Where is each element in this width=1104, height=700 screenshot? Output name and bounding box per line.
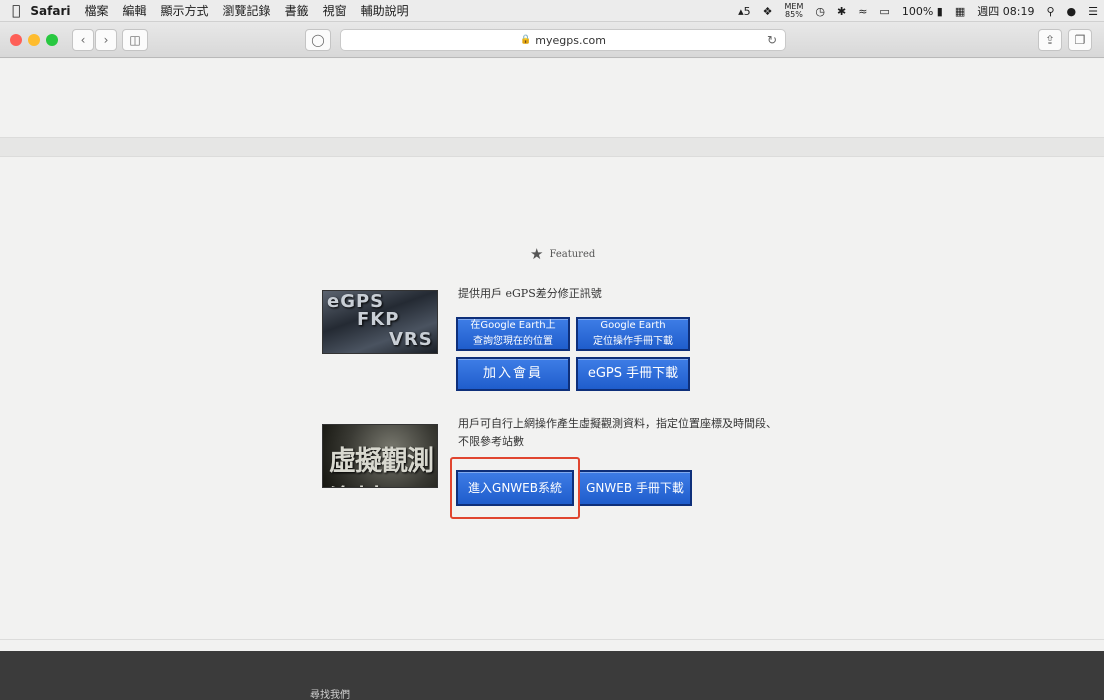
header-band — [0, 137, 1104, 157]
spotlight-icon[interactable]: ⚲ — [1046, 5, 1054, 18]
memory-indicator[interactable]: MEM 85% — [785, 3, 804, 19]
chevron-left-icon: ‹ — [80, 33, 86, 47]
tabs-overview-button[interactable]: ❐ — [1068, 29, 1092, 51]
dropbox-icon[interactable]: ❖ — [763, 5, 773, 18]
thumb-text-virtual-observation: 虛擬觀測資料 — [329, 446, 434, 487]
window-controls — [10, 34, 58, 46]
footer-title: 尋找我們 — [310, 690, 350, 700]
menu-help[interactable]: 輔助說明 — [361, 2, 409, 19]
description-line: 用戶可自行上網操作產生虛擬觀測資料，指定位置座標及時間段、 — [458, 417, 777, 430]
footer: 尋找我們 — [0, 651, 1104, 700]
bluetooth-icon[interactable]: ✱ — [837, 5, 846, 18]
wifi-icon[interactable]: ≈ — [858, 5, 867, 18]
extension-button[interactable]: ◯ — [305, 29, 331, 51]
tabs-icon: ❐ — [1074, 33, 1086, 47]
battery-percent: 100% — [901, 4, 934, 18]
footer-divider — [0, 639, 1104, 640]
airplay-icon[interactable]: ▭ — [879, 5, 889, 18]
gnweb-description: 用戶可自行上網操作產生虛擬觀測資料，指定位置座標及時間段、 不限參考站數 — [458, 415, 798, 451]
google-earth-location-button[interactable]: 在Google Earth上 查詢您現在的位置 — [456, 317, 570, 351]
siri-icon[interactable]: ● — [1067, 5, 1077, 18]
button-line: 在Google Earth上 — [470, 320, 556, 331]
address-bar[interactable]: 🔒 myegps.com ↻ — [340, 29, 786, 51]
status-area: ▴5 ❖ MEM 85% ◷ ✱ ≈ ▭ 100% ▮ ▦ 週四 08:19 ⚲… — [738, 0, 1098, 22]
menu-view[interactable]: 顯示方式 — [161, 2, 209, 19]
chevron-right-icon: › — [103, 33, 109, 47]
button-line: Google Earth — [600, 320, 666, 331]
safari-toolbar: ‹ › ◫ ◯ 🔒 myegps.com ↻ ⇪ ❐ — [0, 22, 1104, 58]
apple-logo-icon[interactable]:  — [12, 3, 20, 19]
gnweb-manual-button[interactable]: GNWEB 手冊下載 — [578, 470, 692, 506]
menu-window[interactable]: 視窗 — [323, 2, 347, 19]
share-button[interactable]: ⇪ — [1038, 29, 1062, 51]
featured-heading: ★ Featured — [530, 245, 595, 263]
sidebar-button[interactable]: ◫ — [122, 29, 148, 51]
share-icon: ⇪ — [1044, 33, 1056, 47]
input-method-icon[interactable]: ▦ — [955, 5, 965, 18]
mem-value: 85% — [785, 10, 803, 19]
egps-manual-button[interactable]: eGPS 手冊下載 — [576, 357, 690, 391]
web-page: ★ Featured eGPS FKP VRS 提供用戶 eGPS差分修正訊號 … — [0, 59, 1104, 700]
join-member-button[interactable]: 加入會員 — [456, 357, 570, 391]
menu-history[interactable]: 瀏覽記錄 — [223, 2, 271, 19]
macos-menu-bar:  Safari 檔案 編輯 顯示方式 瀏覽記錄 書籤 視窗 輔助說明 ▴5 ❖… — [0, 0, 1104, 22]
minimize-window-button[interactable] — [28, 34, 40, 46]
notification-center-icon[interactable]: ☰ — [1088, 5, 1098, 18]
thumb-text-vrs: VRS — [389, 329, 433, 350]
menu-edit[interactable]: 編輯 — [123, 2, 147, 19]
thumb-text-fkp: FKP — [357, 309, 400, 330]
featured-label: Featured — [549, 248, 596, 260]
time-machine-icon[interactable]: ◷ — [815, 5, 825, 18]
clock[interactable]: 週四 08:19 — [977, 3, 1034, 19]
zoom-window-button[interactable] — [46, 34, 58, 46]
google-earth-manual-button[interactable]: Google Earth 定位操作手冊下載 — [576, 317, 690, 351]
menu-bookmarks[interactable]: 書籤 — [285, 2, 309, 19]
adobe-count: 5 — [743, 4, 751, 18]
menu-safari[interactable]: Safari — [30, 4, 70, 18]
url-text: myegps.com — [535, 33, 606, 47]
close-window-button[interactable] — [10, 34, 22, 46]
description-line: 不限參考站數 — [458, 435, 524, 448]
egps-description: 提供用戶 eGPS差分修正訊號 — [458, 287, 602, 300]
menu-file[interactable]: 檔案 — [85, 2, 109, 19]
forward-button[interactable]: › — [95, 29, 117, 51]
button-line: 查詢您現在的位置 — [473, 336, 553, 347]
star-icon: ★ — [530, 245, 544, 263]
reload-icon[interactable]: ↻ — [767, 33, 777, 47]
egps-fkp-vrs-image[interactable]: eGPS FKP VRS — [322, 290, 438, 354]
adobe-cc-icon[interactable]: ▴5 — [738, 5, 751, 18]
virtual-observation-image[interactable]: 虛擬觀測資料 — [322, 424, 438, 488]
lock-icon: 🔒 — [520, 35, 532, 45]
button-line: 定位操作手冊下載 — [593, 336, 673, 347]
highlight-annotation-box — [450, 457, 580, 519]
opera-vpn-icon: ◯ — [311, 33, 325, 47]
battery-status[interactable]: 100% ▮ — [902, 5, 943, 18]
back-button[interactable]: ‹ — [72, 29, 94, 51]
sidebar-icon: ◫ — [129, 33, 141, 47]
